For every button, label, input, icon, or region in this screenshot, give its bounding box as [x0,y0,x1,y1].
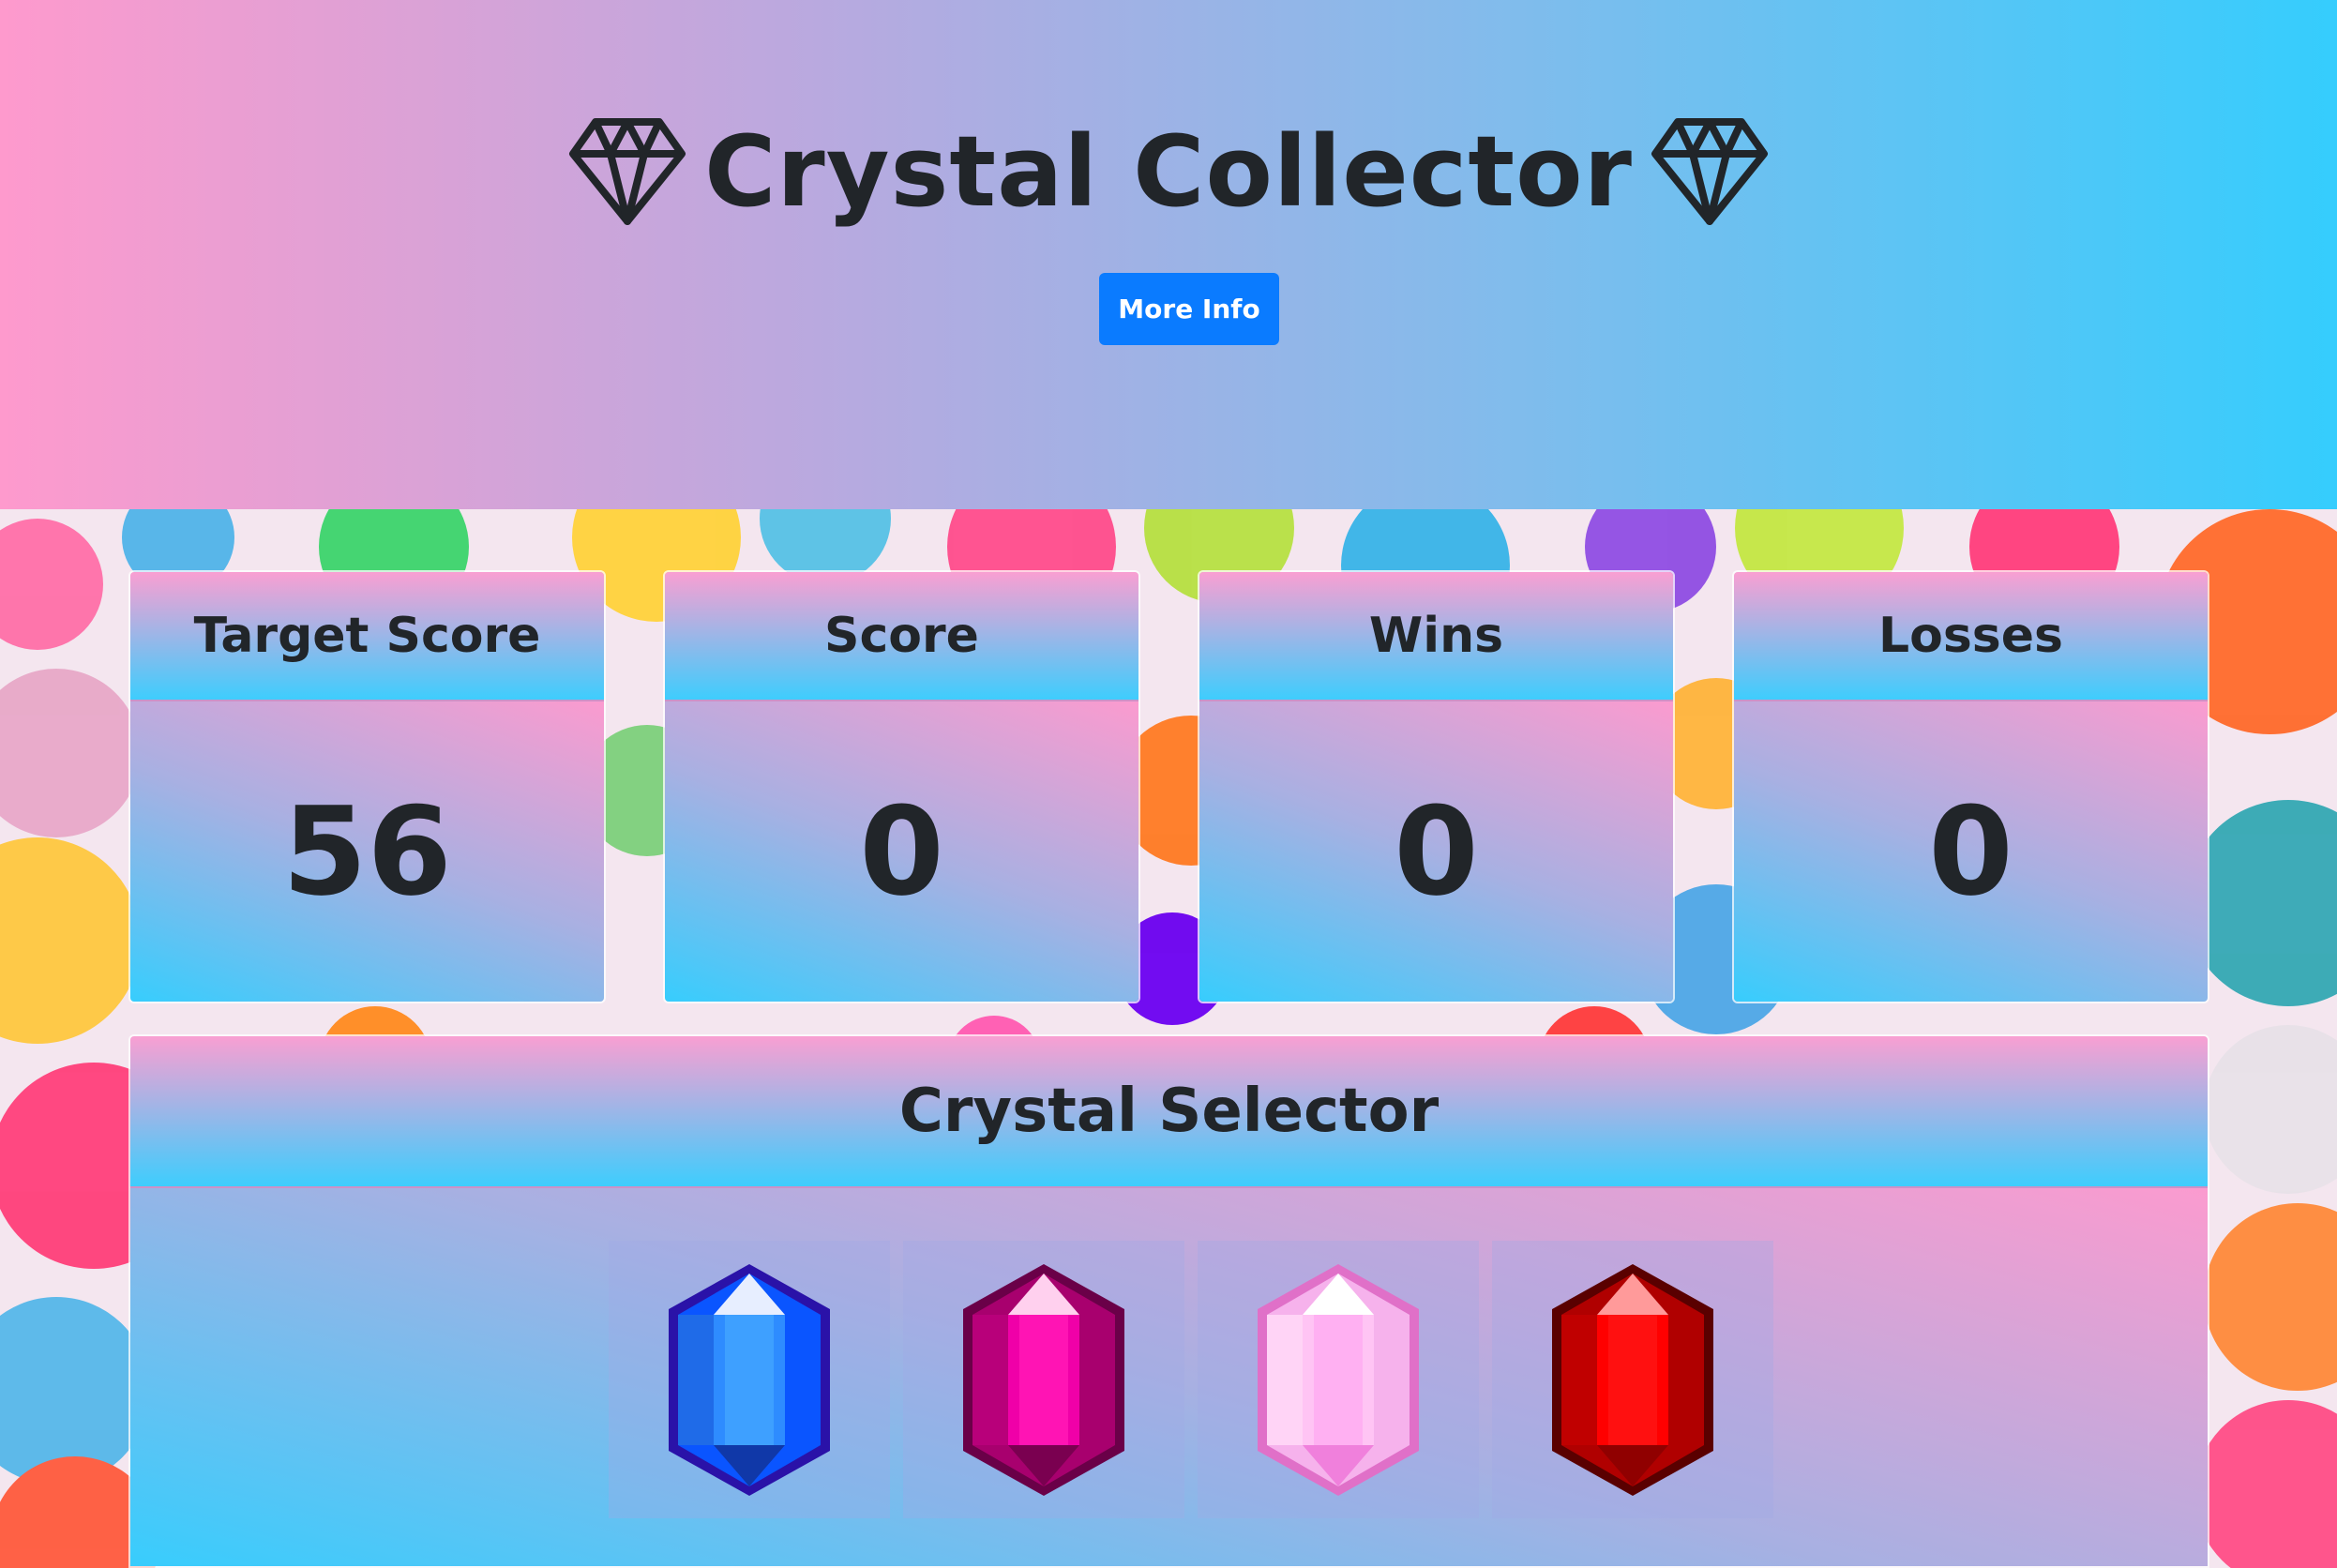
pink-crystal-button[interactable] [1198,1241,1479,1518]
pink-crystal-icon [1258,1263,1419,1496]
score-value: 0 [859,780,944,923]
target-score-value: 56 [282,780,452,923]
red-crystal-icon [1552,1263,1713,1496]
card-body: 0 [1734,701,2208,1002]
losses-label: Losses [1878,608,2063,664]
diamond-icon [569,118,686,225]
magenta-crystal-icon [963,1263,1124,1496]
losses-value: 0 [1928,780,2013,923]
target-score-card: Target Score 56 [128,570,606,1003]
more-info-button[interactable]: More Info [1099,273,1279,345]
card-body: 56 [130,701,604,1002]
header-jumbotron: Crystal Collector More Info [0,0,2337,509]
title-row: Crystal Collector [0,111,2337,233]
losses-card: Losses 0 [1732,570,2209,1003]
card-header: Crystal Selector [130,1036,2208,1188]
wins-label: Wins [1368,608,1504,664]
wins-card: Wins 0 [1198,570,1675,1003]
card-header: Score [665,572,1138,701]
blue-crystal-button[interactable] [609,1241,890,1518]
diamond-icon [1651,118,1768,225]
score-card: Score 0 [663,570,1140,1003]
red-crystal-button[interactable] [1492,1241,1773,1518]
crystal-selector-body [130,1188,2208,1566]
crystal-selector-card: Crystal Selector [128,1034,2209,1568]
card-header: Losses [1734,572,2208,701]
blue-crystal-icon [669,1263,830,1496]
target-score-label: Target Score [193,608,541,664]
magenta-crystal-button[interactable] [903,1241,1184,1518]
page-title: Crystal Collector [704,114,1633,229]
card-header: Wins [1199,572,1673,701]
wins-value: 0 [1394,780,1479,923]
crystal-selector-title: Crystal Selector [898,1077,1440,1146]
card-body: 0 [1199,701,1673,1002]
score-label: Score [824,608,979,664]
card-body: 0 [665,701,1138,1002]
card-header: Target Score [130,572,604,701]
